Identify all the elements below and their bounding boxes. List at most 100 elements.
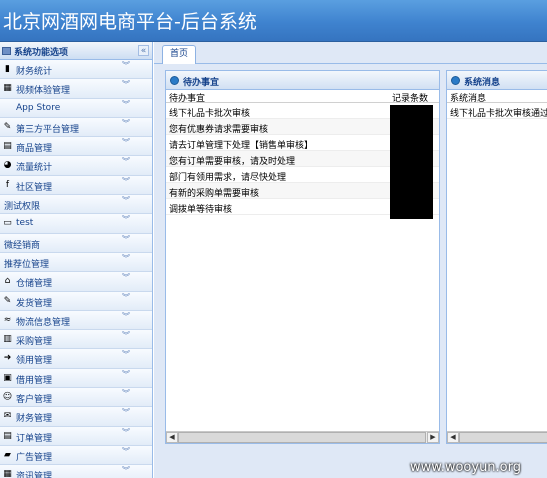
message-row[interactable]: 线下礼品卡批次审核通过 xyxy=(447,103,547,119)
message-row-text[interactable]: 线下礼品卡批次审核通过 xyxy=(450,106,547,119)
bar-chart-icon: ▮ xyxy=(5,64,10,74)
sidebar-item-label: 仓储管理 xyxy=(16,279,53,290)
sidebar-item[interactable]: ☺ 客户管理 ︾ xyxy=(0,388,152,408)
chevron-down-icon[interactable]: ︾ xyxy=(122,100,130,109)
sidebar: 系统功能选项 « ▮ 财务统计 ︾ ▦ 视频体验管理 ︾ App Store ︾ ✎ 第三方平台管… xyxy=(0,42,153,478)
scroll-thumb[interactable] xyxy=(459,432,547,443)
chevron-down-icon[interactable]: ︾ xyxy=(122,235,130,244)
todo-panel: 待办事宜 待办事宜 记录条数 线下礼品卡批次审核 您有优惠券请求需要审核 请去订单管… xyxy=(165,70,440,444)
sidebar-item-label: 流量统计 xyxy=(16,163,53,174)
chevron-down-icon[interactable]: ︾ xyxy=(122,428,130,437)
sidebar-item[interactable]: ✎ 发货管理 ︾ xyxy=(0,291,152,311)
tools-icon: ✎ xyxy=(3,121,12,132)
chevron-down-icon[interactable]: ︾ xyxy=(122,467,130,475)
todo-row-text[interactable]: 有新的采购单需要审核 xyxy=(169,186,259,199)
sidebar-item[interactable]: ▰ 广告管理 ︾ xyxy=(0,445,152,466)
todo-row-text[interactable]: 调拨单等待审核 xyxy=(169,202,232,215)
borrow-icon: ▣ xyxy=(3,372,12,383)
chevron-down-icon[interactable]: ︾ xyxy=(122,293,130,302)
chevron-down-icon[interactable]: ︾ xyxy=(122,81,130,89)
message-grid-header: 系统消息 xyxy=(447,90,547,104)
todo-row-text[interactable]: 您有订单需要审核，请及时处理 xyxy=(169,154,295,167)
ad-icon: ▰ xyxy=(4,449,11,460)
sidebar-item-label: 订单管理 xyxy=(16,433,53,444)
truck-icon: ✎ xyxy=(3,295,12,306)
app-header: 北京网酒网电商平台-后台系统 xyxy=(0,0,547,42)
sidebar-item[interactable]: 推荐位管理 ︾ xyxy=(0,252,152,273)
sidebar-item-label: 财务统计 xyxy=(16,67,53,77)
chevron-down-icon[interactable]: ︾ xyxy=(122,197,130,205)
sidebar-item[interactable]: App Store ︾ xyxy=(0,98,152,118)
app-title: 北京网酒网电商平台-后台系统 xyxy=(3,11,257,33)
sidebar-item-label: 借用管理 xyxy=(16,375,53,386)
sidebar-item[interactable]: ⌂ 仓储管理 ︾ xyxy=(0,272,152,292)
todo-row-text[interactable]: 请去订单管理下处理【销售单审核】 xyxy=(169,138,313,151)
sidebar-item-label: 发货管理 xyxy=(16,298,53,309)
chevron-down-icon[interactable]: ︾ xyxy=(122,370,130,379)
chevron-down-icon[interactable]: ︾ xyxy=(122,119,130,128)
chevron-down-icon[interactable]: ︾ xyxy=(122,62,130,70)
scroll-thumb[interactable] xyxy=(178,432,426,443)
sidebar-item[interactable]: ▤ 订单管理 ︾ xyxy=(0,426,152,446)
sidebar-item[interactable]: ▤ 商品管理 ︾ xyxy=(0,137,152,157)
monitor-icon: ▭ xyxy=(3,218,12,229)
todo-row-text[interactable]: 部门有领用需求，请尽快处理 xyxy=(169,170,286,183)
sidebar-item[interactable]: ▦ 资讯管理 ︾ xyxy=(0,465,152,478)
sidebar-item[interactable]: ▣ 借用管理 ︾ xyxy=(0,368,152,389)
scroll-left-button[interactable]: ◀ xyxy=(166,432,178,443)
sidebar-title: 系统功能选项 xyxy=(14,48,69,58)
chevron-down-icon[interactable]: ︾ xyxy=(122,447,130,456)
arrow-icon: ➜ xyxy=(3,353,12,364)
sidebar-item[interactable]: ✉ 财务管理 ︾ xyxy=(0,407,152,427)
film-icon: ▦ xyxy=(3,83,12,94)
chevron-down-icon[interactable]: ︾ xyxy=(122,216,130,224)
sidebar-item-label: 采购管理 xyxy=(16,337,53,348)
sidebar-item-label: 资讯管理 xyxy=(16,472,53,478)
news-icon: ▦ xyxy=(3,469,12,478)
message-grid-body: 线下礼品卡批次审核通过 xyxy=(447,103,547,119)
todo-row-text[interactable]: 线下礼品卡批次审核 xyxy=(169,106,250,119)
sidebar-item-label: App Store xyxy=(16,102,61,113)
main-content: 待办事宜 待办事宜 记录条数 线下礼品卡批次审核 您有优惠券请求需要审核 请去订单管… xyxy=(154,64,547,478)
chevron-down-icon[interactable]: ︾ xyxy=(122,332,130,340)
scroll-right-button[interactable]: ▶ xyxy=(427,432,439,443)
sidebar-item-label: 推荐位管理 xyxy=(4,259,50,270)
message-horizontal-scrollbar[interactable]: ◀ xyxy=(447,431,547,443)
message-panel: 系统消息 系统消息 线下礼品卡批次审核通过 ◀ xyxy=(446,70,547,444)
sidebar-header: 系统功能选项 « xyxy=(0,42,152,60)
sidebar-item[interactable]: ▭ test ︾ xyxy=(0,214,152,234)
chevron-down-icon[interactable]: ︾ xyxy=(122,254,130,263)
chevron-down-icon[interactable]: ︾ xyxy=(122,312,130,321)
purchase-icon: ▥ xyxy=(3,334,12,345)
sidebar-item[interactable]: f 社区管理 ︾ xyxy=(0,175,152,196)
scroll-left-button[interactable]: ◀ xyxy=(447,432,459,443)
sidebar-item-label: 客户管理 xyxy=(16,395,53,406)
sidebar-item-label: 社区管理 xyxy=(16,182,53,193)
sidebar-item[interactable]: ▥ 采购管理 ︾ xyxy=(0,330,152,350)
sidebar-item[interactable]: ▮ 财务统计 ︾ xyxy=(0,60,152,80)
chevron-down-icon[interactable]: ︾ xyxy=(122,409,130,417)
goods-icon: ▤ xyxy=(3,141,12,152)
chevron-down-icon[interactable]: ︾ xyxy=(122,158,130,166)
info-icon xyxy=(170,76,179,85)
sidebar-item[interactable]: ≈ 物流信息管理 ︾ xyxy=(0,310,152,331)
sidebar-item[interactable]: ➜ 领用管理 ︾ xyxy=(0,349,152,369)
sidebar-item[interactable]: ▦ 视频体验管理 ︾ xyxy=(0,79,152,99)
tab-home[interactable]: 首页 xyxy=(162,45,196,64)
sidebar-item[interactable]: ✎ 第三方平台管理 ︾ xyxy=(0,117,152,138)
chevron-down-icon[interactable]: ︾ xyxy=(122,139,130,147)
sidebar-item-label: 领用管理 xyxy=(16,356,53,367)
watermark: www.wooyun.org xyxy=(410,460,522,475)
logistics-icon: ≈ xyxy=(3,314,12,325)
chevron-down-icon[interactable]: ︾ xyxy=(122,177,130,186)
sidebar-item[interactable]: ◕ 流量统计 ︾ xyxy=(0,156,152,176)
sidebar-item[interactable]: 测试权限 ︾ xyxy=(0,195,152,215)
todo-horizontal-scrollbar[interactable]: ◀ ▶ xyxy=(166,431,439,443)
chevron-down-icon[interactable]: ︾ xyxy=(122,390,130,398)
chevron-down-icon[interactable]: ︾ xyxy=(122,274,130,282)
sidebar-item[interactable]: 微经销商 ︾ xyxy=(0,233,152,253)
collapse-sidebar-button[interactable]: « xyxy=(138,45,149,56)
sidebar-item-label: test xyxy=(16,218,34,229)
chevron-down-icon[interactable]: ︾ xyxy=(122,351,130,359)
todo-row-text[interactable]: 您有优惠券请求需要审核 xyxy=(169,122,268,135)
